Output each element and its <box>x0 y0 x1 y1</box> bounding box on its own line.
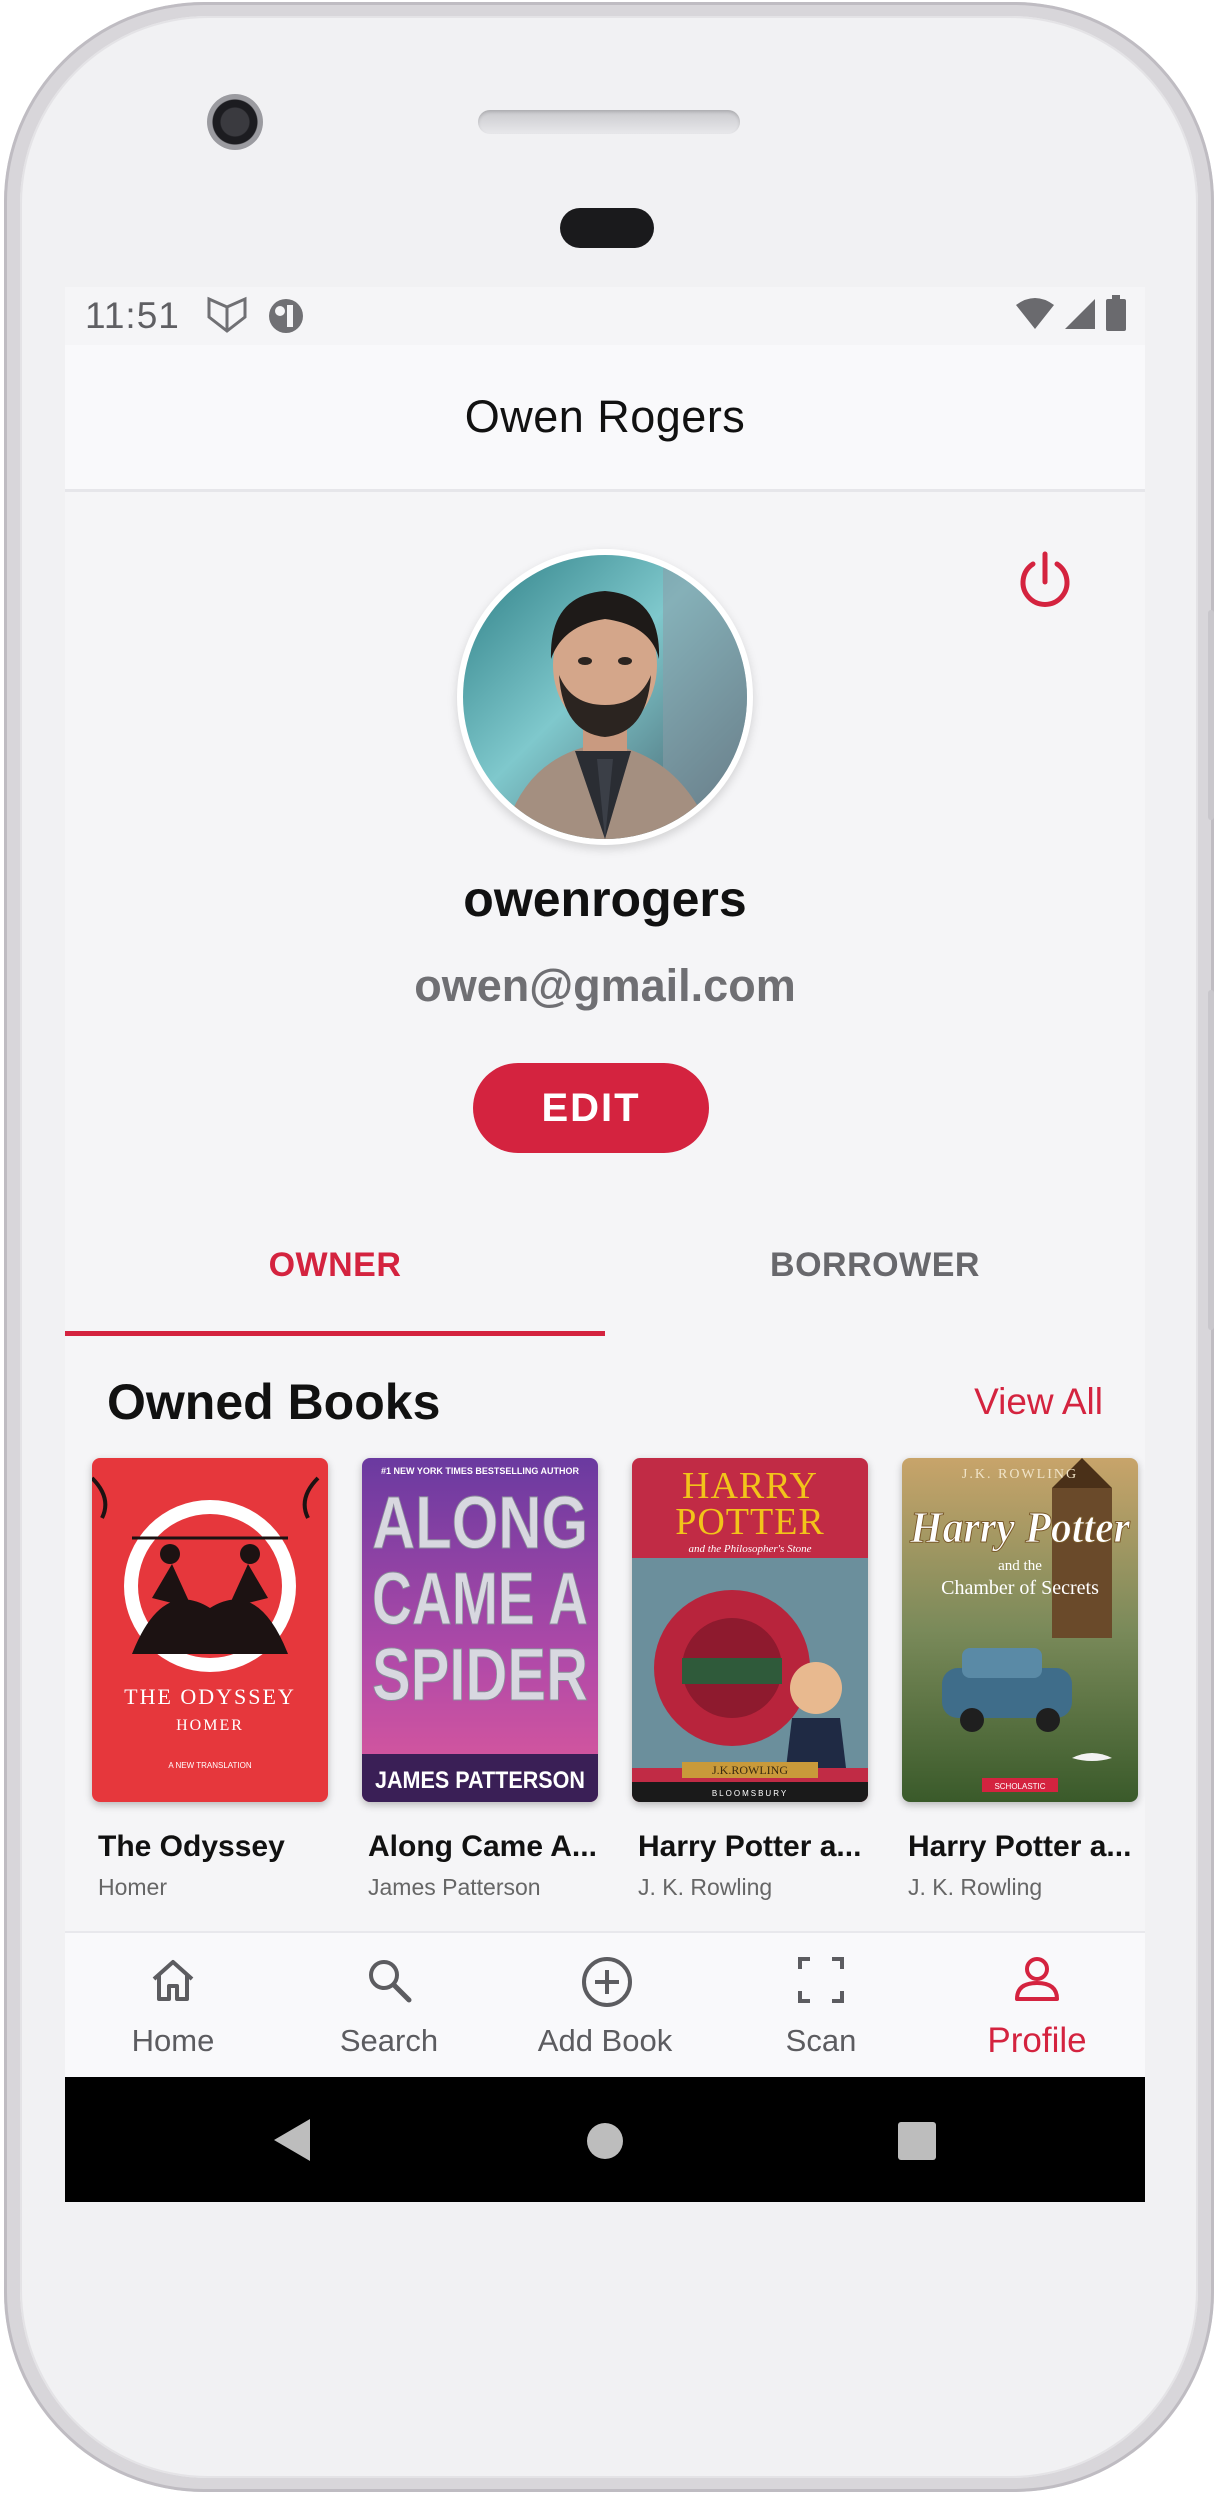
search-icon <box>369 1960 412 2003</box>
book-title: Along Came A... <box>368 1830 597 1863</box>
recents-icon[interactable] <box>897 2121 937 2161</box>
scan-icon <box>798 1957 844 2003</box>
bottom-nav: Home Search Add Book Scan Profile <box>65 1931 1145 2079</box>
tab-borrower[interactable]: BORROWER <box>605 1232 1145 1328</box>
book-author: James Patterson <box>368 1874 541 1900</box>
section-title: Owned Books <box>107 1374 441 1430</box>
avatar-photo <box>463 555 747 839</box>
status-time: 11:51 <box>85 295 180 336</box>
device-volume-button <box>1208 990 1214 1330</box>
signal-icon <box>1065 299 1095 329</box>
book-cover: J.K. ROWLING Harry Potter and the Chambe… <box>902 1458 1138 1802</box>
front-camera <box>207 94 263 150</box>
nav-scan-label: Scan <box>785 2023 857 2058</box>
cover-publisher-text: BLOOMSBURY <box>712 1789 788 1798</box>
cover-author-text: JAMES PATTERSON <box>375 1767 585 1794</box>
cover-title-line-2: CAME A <box>372 1557 588 1640</box>
wifi-icon <box>1016 298 1054 329</box>
owned-books-carousel: THE ODYSSEY HOMER A NEW TRANSLATION The … <box>92 1458 1145 1900</box>
cover-title-line-2: POTTER <box>675 1501 825 1543</box>
cover-title-line-1: ALONG <box>372 1481 588 1564</box>
system-nav-bar <box>65 2077 1145 2202</box>
earpiece-speaker <box>478 110 740 134</box>
status-bar: 11:51 <box>65 287 1145 345</box>
cover-subtitle-line-1: and the <box>998 1558 1042 1574</box>
profile-email: owen@gmail.com <box>414 960 796 1011</box>
book-title: Harry Potter a... <box>908 1830 1132 1863</box>
book-author: J. K. Rowling <box>908 1874 1043 1900</box>
power-icon <box>1020 551 1070 607</box>
nav-add-book-label: Add Book <box>537 2023 673 2058</box>
back-icon[interactable] <box>272 2117 312 2163</box>
person-icon <box>1015 1957 1059 2001</box>
tab-owner[interactable]: OWNER <box>65 1232 605 1328</box>
book-author: Homer <box>98 1874 168 1900</box>
add-circle-icon <box>582 1957 632 2007</box>
status-right-icons <box>1015 295 1127 331</box>
book-cover: THE ODYSSEY HOMER A NEW TRANSLATION <box>92 1458 328 1802</box>
book-title: Harry Potter a... <box>638 1830 862 1863</box>
nav-search-label: Search <box>339 2023 439 2058</box>
nav-home-label: Home <box>131 2023 215 2058</box>
nav-scan[interactable]: Scan <box>713 1933 929 2079</box>
cover-subtitle-line-2: Chamber of Secrets <box>941 1577 1099 1599</box>
profile-tabs: OWNER BORROWER <box>65 1232 1145 1328</box>
app-bar: Owen Rogers <box>65 345 1145 492</box>
cover-publisher-text: SCHOLASTIC <box>994 1782 1045 1791</box>
nav-profile-label: Profile <box>987 2021 1087 2060</box>
avatar[interactable] <box>457 549 753 845</box>
nav-add-book[interactable]: Add Book <box>497 1933 713 2079</box>
cover-tagline-text: #1 NEW YORK TIMES BESTSELLING AUTHOR <box>381 1466 580 1476</box>
cover-title-text: Harry Potter <box>909 1503 1131 1552</box>
tab-active-indicator <box>65 1331 605 1336</box>
cover-title-text: THE ODYSSEY <box>124 1684 296 1709</box>
cover-author-text: J.K. ROWLING <box>962 1467 1078 1482</box>
book-cover: #1 NEW YORK TIMES BESTSELLING AUTHOR ALO… <box>362 1458 598 1802</box>
home-circle-icon[interactable] <box>585 2121 625 2161</box>
page-title: Owen Rogers <box>464 391 746 442</box>
edit-profile-button[interactable]: EDIT <box>473 1063 709 1153</box>
home-icon <box>152 1960 194 2001</box>
notification-app-icon <box>267 297 305 340</box>
view-all-link[interactable]: View All <box>974 1381 1103 1423</box>
cover-title-line-3: SPIDER <box>372 1633 588 1716</box>
cover-subtitle-text: A NEW TRANSLATION <box>168 1761 251 1770</box>
cover-author-text: HOMER <box>176 1717 244 1734</box>
book-title: The Odyssey <box>98 1830 285 1863</box>
logout-button[interactable] <box>1013 550 1077 614</box>
profile-username: owenrogers <box>463 871 747 927</box>
cover-subtitle-text: and the Philosopher's Stone <box>688 1543 811 1555</box>
book-cover: HARRY POTTER and the Philosopher's Stone… <box>632 1458 868 1802</box>
device-side-button <box>1208 610 1214 820</box>
nav-profile[interactable]: Profile <box>929 1933 1145 2079</box>
nav-home[interactable]: Home <box>65 1933 281 2079</box>
screen: 11:51 Owen Rogers owenrogers owen@gmail.… <box>65 287 1145 2202</box>
proximity-sensor <box>560 208 654 248</box>
battery-icon <box>1106 295 1126 331</box>
cover-author-text: J.K.ROWLING <box>712 1763 788 1777</box>
book-author: J. K. Rowling <box>638 1874 773 1900</box>
brand-shield-icon <box>205 295 249 340</box>
nav-search[interactable]: Search <box>281 1933 497 2079</box>
